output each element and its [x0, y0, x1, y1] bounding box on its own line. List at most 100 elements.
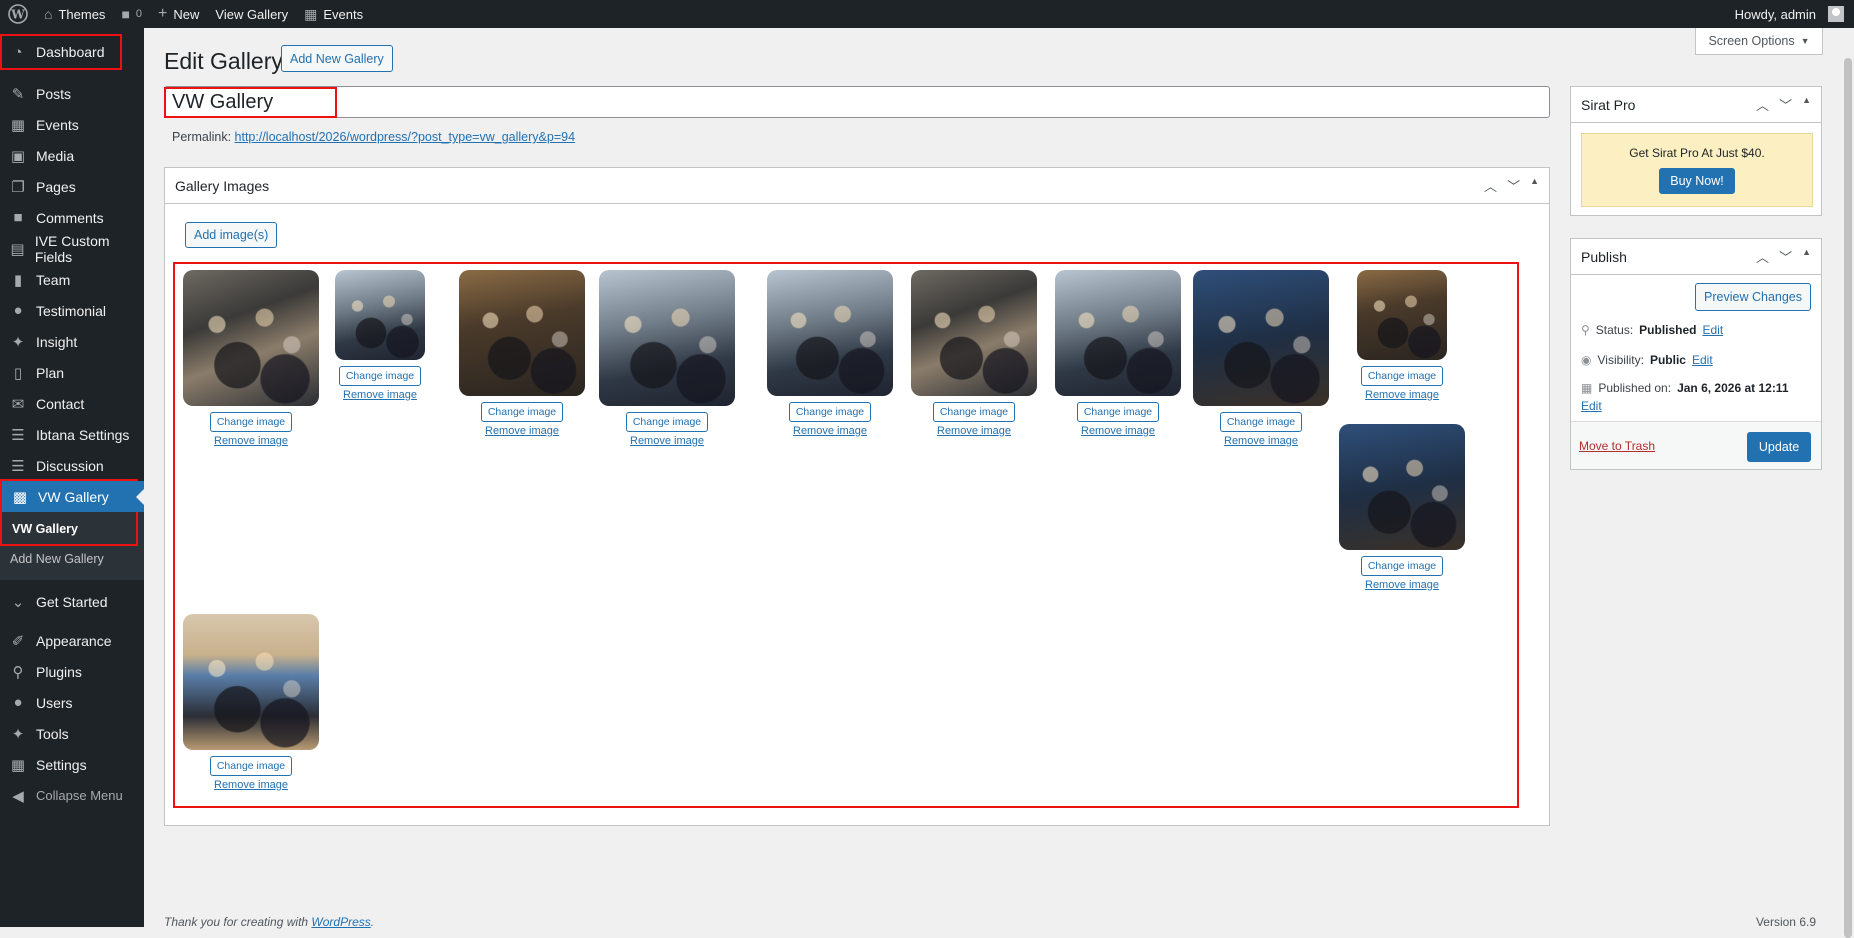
sidebar-item-get-started[interactable]: ⌄ Get Started — [0, 586, 144, 617]
sidebar-item-vw-gallery[interactable]: ▩ VW Gallery — [2, 481, 144, 512]
sidebar-item-tools[interactable]: ✦ Tools — [0, 718, 144, 749]
sidebar-item-contact[interactable]: ✉ Contact — [0, 388, 144, 419]
sidebar-item-ibtana-settings[interactable]: ☰ Ibtana Settings — [0, 419, 144, 450]
wordpress-logo-icon[interactable]: W — [0, 0, 36, 28]
caret-down-icon: ▼ — [1800, 36, 1810, 46]
toggle-panel-icon[interactable]: ▲ — [1530, 176, 1539, 195]
change-image-button[interactable]: Change image — [932, 402, 1016, 422]
pages-icon: ❐ — [11, 178, 25, 196]
change-image-button[interactable]: Change image — [1360, 366, 1444, 386]
submenu-item-add-new-gallery[interactable]: Add New Gallery — [0, 546, 144, 572]
collapse-menu-button[interactable]: ◀ Collapse Menu — [0, 780, 144, 811]
scrollbar[interactable] — [1842, 28, 1854, 938]
published-on-row: ▦ Published on: Jan 6, 2026 at 12:11 — [1581, 381, 1789, 395]
permalink-url-link[interactable]: http://localhost/2026/wordpress/?post_ty… — [235, 130, 576, 144]
my-account-link[interactable]: Howdy, admin — [1727, 0, 1854, 28]
update-button[interactable]: Update — [1747, 432, 1811, 462]
move-up-icon[interactable]: ︿ — [1756, 247, 1769, 266]
change-image-button[interactable]: Change image — [480, 402, 564, 422]
remove-image-link[interactable]: Remove image — [1081, 425, 1155, 437]
sidebar-item-media[interactable]: ▣ Media — [0, 140, 144, 171]
edit-date-link[interactable]: Edit — [1581, 399, 1602, 413]
published-on-label: Published on: — [1598, 381, 1672, 395]
remove-image-link[interactable]: Remove image — [214, 779, 288, 791]
gallery-item: Change image Remove image — [1055, 270, 1181, 437]
remove-image-link[interactable]: Remove image — [630, 435, 704, 447]
remove-image-link[interactable]: Remove image — [1365, 389, 1439, 401]
new-content-link[interactable]: + New — [150, 0, 207, 28]
sidebar-item-users[interactable]: ● Users — [0, 687, 144, 718]
admin-bar: W ⌂ Themes ■ 0 + New View Gallery ▦ Even… — [0, 0, 1854, 28]
sidebar-item-label: Team — [36, 271, 71, 288]
sidebar-item-ive-custom-fields[interactable]: ▤ IVE Custom Fields — [0, 233, 144, 265]
preview-changes-button[interactable]: Preview Changes — [1695, 283, 1811, 311]
sidebar-item-team[interactable]: ▮ Team — [0, 264, 144, 295]
sidebar-item-discussion[interactable]: ☰ Discussion — [0, 450, 144, 481]
remove-image-link[interactable]: Remove image — [343, 389, 417, 401]
sidebar-item-testimonial[interactable]: ● Testimonial — [0, 295, 144, 326]
sidebar-item-plugins[interactable]: ⚲ Plugins — [0, 656, 144, 687]
gallery-image-list: Change image Remove image Change image R… — [173, 262, 1519, 808]
submenu-item-vw-gallery[interactable]: VW Gallery — [2, 516, 144, 542]
vw-gallery-submenu: VW Gallery — [2, 512, 144, 544]
screen-options-label: Screen Options — [1708, 34, 1795, 48]
gallery-item: Change image Remove image — [1357, 270, 1447, 401]
gallery-thumbnail — [1055, 270, 1181, 396]
sidebar-item-label: Tools — [36, 725, 69, 742]
sidebar-item-insight[interactable]: ✦ Insight — [0, 326, 144, 357]
sidebar-item-appearance[interactable]: ✐ Appearance — [0, 625, 144, 656]
site-name-link[interactable]: ⌂ Themes — [36, 0, 113, 28]
publish-actions: Move to Trash Update — [1571, 421, 1821, 469]
scrollbar-thumb[interactable] — [1844, 58, 1852, 938]
calendar-icon: ▦ — [304, 6, 318, 22]
chevron-icon: ⌄ — [11, 593, 25, 611]
remove-image-link[interactable]: Remove image — [1224, 435, 1298, 447]
move-to-trash-link[interactable]: Move to Trash — [1579, 439, 1655, 453]
change-image-button[interactable]: Change image — [209, 756, 293, 776]
move-down-icon[interactable]: ﹀ — [1779, 247, 1792, 266]
move-up-icon[interactable]: ︿ — [1756, 95, 1769, 114]
buy-now-button[interactable]: Buy Now! — [1659, 168, 1735, 194]
toggle-panel-icon[interactable]: ▲ — [1802, 247, 1811, 266]
sidebar-item-plan[interactable]: ▯ Plan — [0, 357, 144, 388]
sidebar-item-dashboard[interactable]: ◔ Dashboard — [0, 34, 122, 70]
change-image-button[interactable]: Change image — [625, 412, 709, 432]
edit-visibility-link[interactable]: Edit — [1692, 353, 1713, 367]
move-down-icon[interactable]: ﹀ — [1779, 95, 1792, 114]
comments-link[interactable]: ■ 0 — [113, 0, 150, 28]
move-up-icon[interactable]: ︿ — [1484, 176, 1497, 195]
sidebar-item-label: Media — [36, 147, 75, 164]
view-gallery-link[interactable]: View Gallery — [207, 0, 296, 28]
remove-image-link[interactable]: Remove image — [485, 425, 559, 437]
gallery-thumbnail — [599, 270, 735, 406]
edit-status-link[interactable]: Edit — [1703, 323, 1724, 337]
events-link[interactable]: ▦ Events — [296, 0, 371, 28]
sidebar-item-settings[interactable]: ▦ Settings — [0, 749, 144, 780]
site-name-label: Themes — [58, 6, 106, 22]
visibility-row: ◉ Visibility: Public Edit — [1581, 353, 1713, 367]
change-image-button[interactable]: Change image — [338, 366, 422, 386]
comment-icon: ■ — [121, 6, 130, 22]
change-image-button[interactable]: Change image — [1219, 412, 1303, 432]
sidebar-item-label: VW Gallery — [38, 488, 109, 505]
sidebar-item-pages[interactable]: ❐ Pages — [0, 171, 144, 202]
sidebar-item-comments[interactable]: ■ Comments — [0, 202, 144, 233]
sidebar-item-label: Settings — [36, 756, 87, 773]
add-images-button[interactable]: Add image(s) — [185, 222, 278, 248]
toggle-panel-icon[interactable]: ▲ — [1802, 95, 1811, 114]
remove-image-link[interactable]: Remove image — [1365, 579, 1439, 591]
move-down-icon[interactable]: ﹀ — [1507, 176, 1520, 195]
post-title-input[interactable]: VW Gallery — [163, 86, 1550, 118]
screen-options-button[interactable]: Screen Options ▼ — [1695, 28, 1823, 55]
sidebar-item-posts[interactable]: ✎ Posts — [0, 78, 144, 109]
remove-image-link[interactable]: Remove image — [937, 425, 1011, 437]
change-image-button[interactable]: Change image — [1076, 402, 1160, 422]
change-image-button[interactable]: Change image — [1360, 556, 1444, 576]
change-image-button[interactable]: Change image — [209, 412, 293, 432]
remove-image-link[interactable]: Remove image — [214, 435, 288, 447]
add-new-gallery-button[interactable]: Add New Gallery — [281, 45, 393, 72]
published-on-value: Jan 6, 2026 at 12:11 — [1677, 381, 1789, 395]
sidebar-item-events[interactable]: ▦ Events — [0, 109, 144, 140]
remove-image-link[interactable]: Remove image — [793, 425, 867, 437]
change-image-button[interactable]: Change image — [788, 402, 872, 422]
